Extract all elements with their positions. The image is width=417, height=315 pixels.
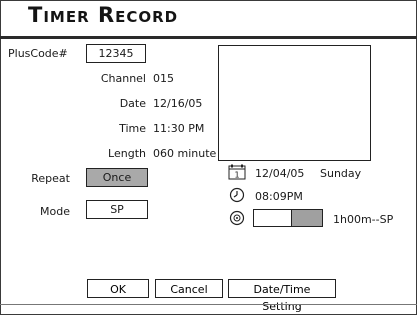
bottom-divider [0, 304, 417, 305]
ok-button[interactable]: OK [87, 279, 149, 298]
calendar-icon: 1 [228, 164, 246, 184]
length-value: 060 minute [153, 147, 217, 160]
date-label: Date [119, 97, 146, 110]
calendar-icon-day: 1 [234, 171, 239, 180]
mode-select[interactable]: SP [86, 200, 148, 219]
disc-space-fill [291, 210, 322, 226]
repeat-label: Repeat [31, 172, 70, 185]
mode-label: Mode [40, 205, 70, 218]
title-divider [0, 36, 417, 39]
pluscode-field[interactable]: 12345 [86, 44, 146, 63]
preview-window [218, 45, 371, 161]
page-title: Timer Record [28, 3, 179, 27]
disc-space-bar [253, 209, 323, 227]
time-value: 11:30 PM [153, 122, 205, 135]
channel-value: 015 [153, 72, 174, 85]
title-bar: Timer Record [0, 0, 417, 36]
current-date: 12/04/05 [255, 167, 305, 180]
current-time: 08:09PM [255, 190, 303, 203]
date-value: 12/16/05 [153, 97, 203, 110]
datetime-setting-button[interactable]: Date/Time Setting [228, 279, 336, 313]
cancel-button[interactable]: Cancel [155, 279, 223, 298]
length-label: Length [108, 147, 146, 160]
disc-icon [229, 210, 245, 230]
time-label: Time [119, 122, 146, 135]
current-day: Sunday [320, 167, 362, 180]
repeat-select[interactable]: Once [86, 168, 148, 187]
channel-label: Channel [100, 72, 146, 85]
disc-remaining: 1h00m--SP [333, 213, 394, 226]
clock-icon [229, 187, 245, 207]
pluscode-label: PlusCode# [8, 47, 68, 60]
